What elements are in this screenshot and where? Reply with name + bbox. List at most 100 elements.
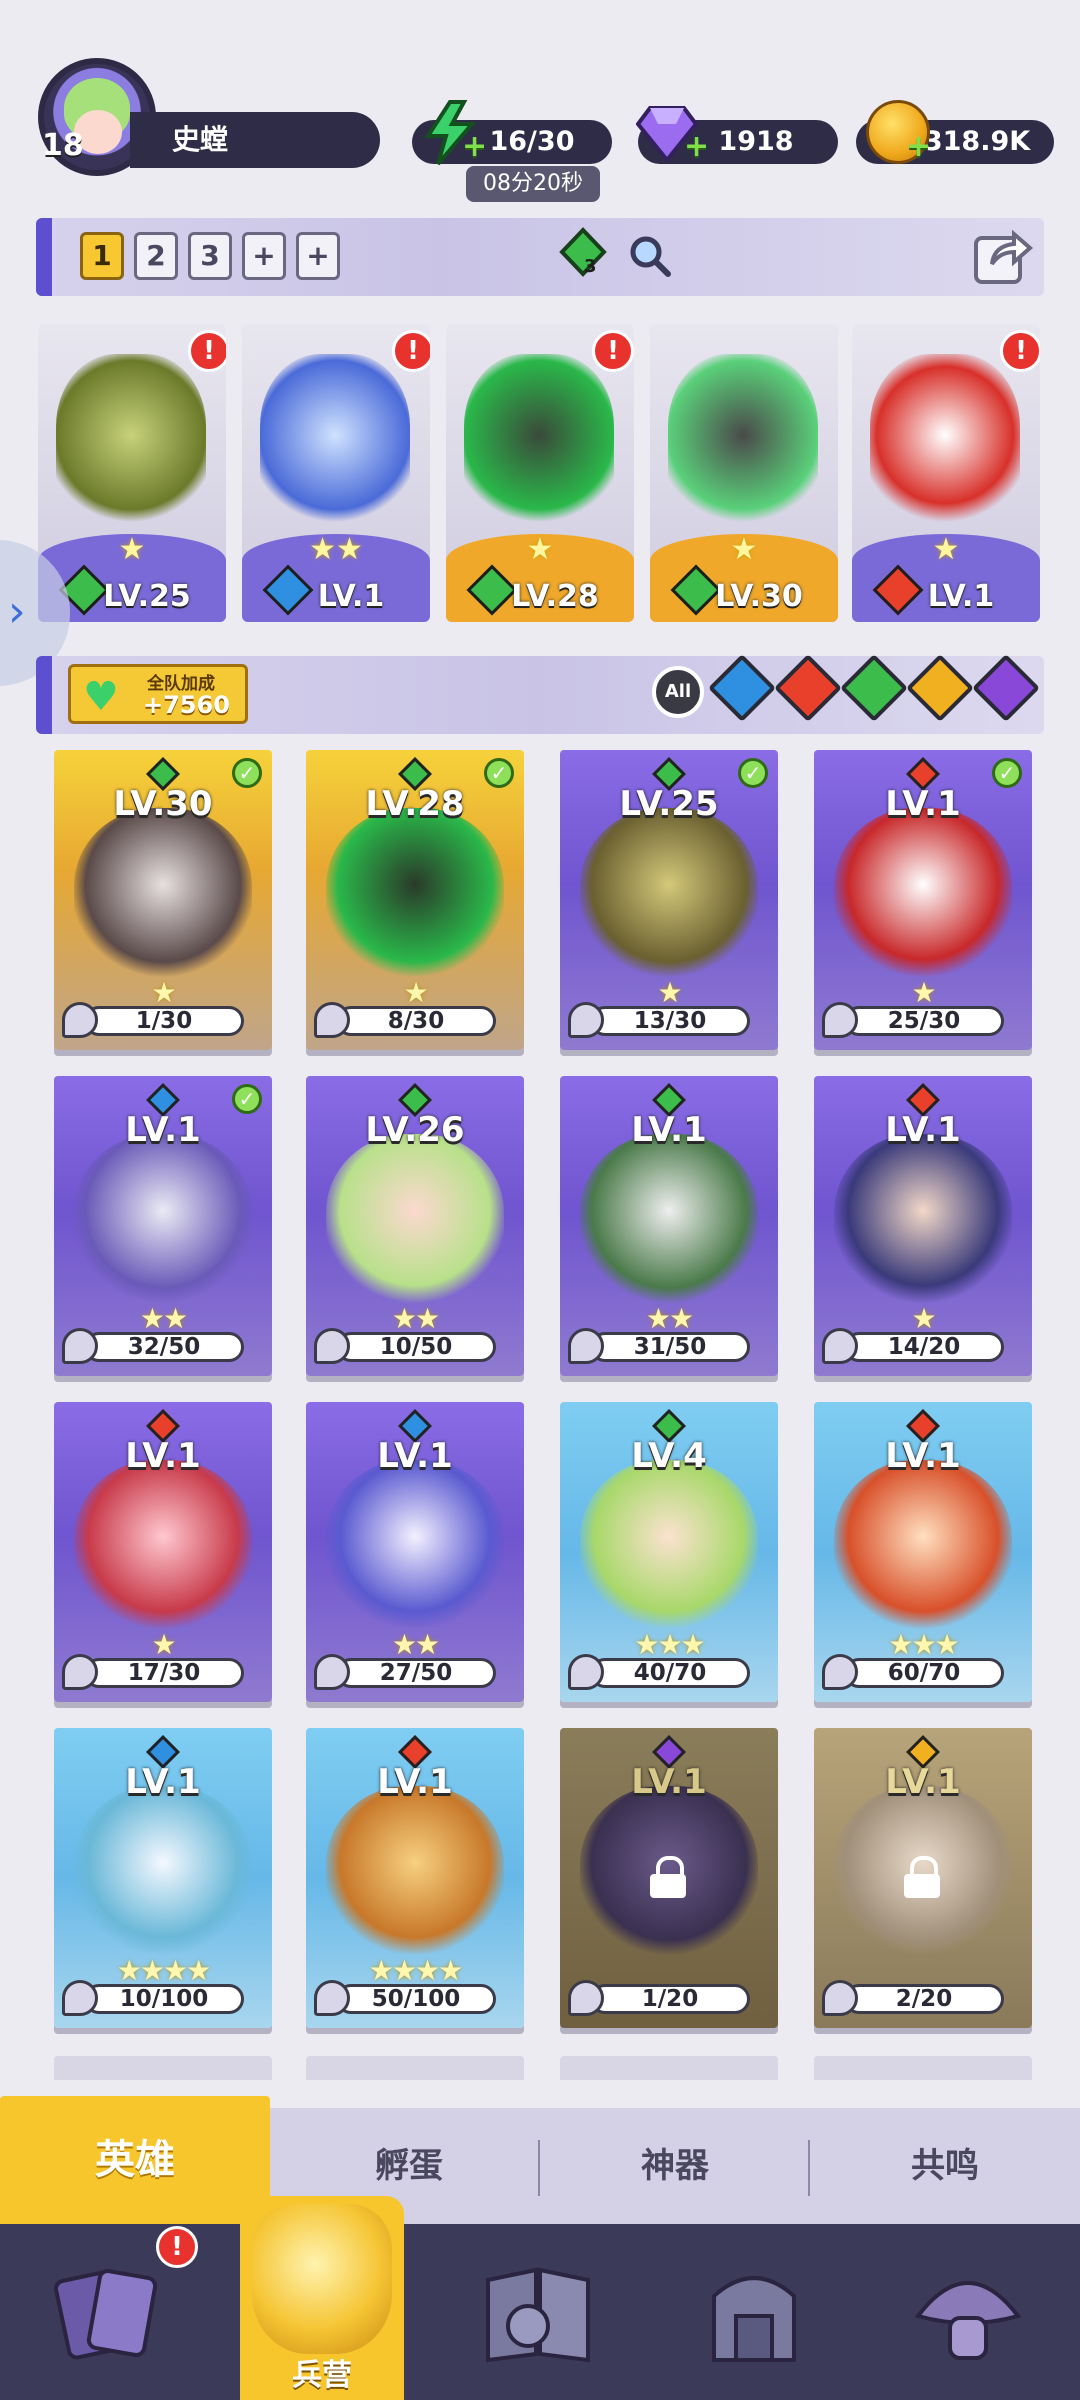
hero-level: LV.1 — [927, 579, 995, 614]
shard-progress: 2/20 — [844, 1984, 1004, 2014]
lock-icon — [648, 1856, 690, 1898]
energy-plus-icon[interactable]: + — [462, 132, 487, 162]
team-hero-card-5[interactable]: ★ LV.1 ! — [852, 324, 1040, 622]
shard-progress: 27/50 — [336, 1658, 496, 1688]
hero-card-6[interactable]: LV.26 ★★ 10/50 — [306, 1076, 524, 1376]
cards-icon — [53, 2268, 158, 2360]
hero-card-partial — [54, 2056, 272, 2080]
team-hero-card-4[interactable]: ★ LV.30 — [650, 324, 838, 622]
hero-card-7[interactable]: LV.1 ★★ 31/50 — [560, 1076, 778, 1376]
shard-icon — [568, 1002, 604, 1038]
hero-level: LV.1 — [885, 1762, 961, 1802]
chevron-right-icon: › — [8, 586, 26, 637]
hero-card-12[interactable]: LV.1 ★★★ 60/70 — [814, 1402, 1032, 1702]
hero-card-9[interactable]: LV.1 ★ 17/30 — [54, 1402, 272, 1702]
hero-level: LV.4 — [631, 1436, 707, 1476]
shard-progress: 14/20 — [844, 1332, 1004, 1362]
shard-progress: 60/70 — [844, 1658, 1004, 1688]
hero-level: LV.1 — [317, 579, 385, 614]
hero-card-3[interactable]: ✓ LV.25 ★ 13/30 — [560, 750, 778, 1050]
hero-level: LV.1 — [125, 1436, 201, 1476]
filter-all-button[interactable]: All — [652, 666, 704, 718]
tab-resonance[interactable]: 共鸣 — [810, 2108, 1080, 2224]
shard-icon — [62, 1654, 98, 1690]
barracks-label: 兵营 — [292, 2358, 352, 2393]
search-icon[interactable] — [628, 234, 672, 278]
gem-plus-icon[interactable]: + — [684, 132, 709, 162]
shard-icon — [568, 1980, 604, 2016]
hero-card-1[interactable]: ✓ LV.30 ★ 1/30 — [54, 750, 272, 1050]
energy-timer: 08分20秒 — [466, 166, 600, 202]
hero-level: LV.28 — [365, 784, 465, 824]
shard-icon — [568, 1654, 604, 1690]
shard-icon — [568, 1328, 604, 1364]
mushroom-nav-button[interactable] — [908, 2256, 1028, 2372]
barracks-icon — [252, 2204, 392, 2354]
tab-heroes[interactable]: 英雄 — [0, 2096, 270, 2224]
star-rating: ★★ — [309, 532, 363, 567]
hero-card-8[interactable]: LV.1 ★ 14/20 — [814, 1076, 1032, 1376]
shard-progress: 25/30 — [844, 1006, 1004, 1036]
team-hero-card-2[interactable]: ★★ LV.1 ! — [242, 324, 430, 622]
team-slot-add-2[interactable]: + — [296, 232, 340, 280]
share-icon[interactable] — [972, 224, 1034, 286]
hero-level: LV.1 — [631, 1110, 707, 1150]
shard-progress: 31/50 — [590, 1332, 750, 1362]
shard-progress: 32/50 — [84, 1332, 244, 1362]
nav-alert-badge: ! — [156, 2226, 198, 2268]
shard-progress: 10/100 — [84, 1984, 244, 2014]
team-slot-3[interactable]: 3 — [188, 232, 232, 280]
shard-progress: 8/30 — [336, 1006, 496, 1036]
hero-card-5[interactable]: ✓ LV.1 ★★ 32/50 — [54, 1076, 272, 1376]
shard-progress: 10/50 — [336, 1332, 496, 1362]
hero-level: LV.1 — [631, 1762, 707, 1802]
hero-card-14[interactable]: LV.1 ★★★★ 50/100 — [306, 1728, 524, 2028]
player-level: 18 — [42, 128, 84, 163]
hero-card-16-locked[interactable]: LV.1 2/20 — [814, 1728, 1032, 2028]
hero-card-partial — [306, 2056, 524, 2080]
team-hero-card-3[interactable]: ★ LV.28 ! — [446, 324, 634, 622]
hero-card-4[interactable]: ✓ LV.1 ★ 25/30 — [814, 750, 1032, 1050]
hero-level: LV.30 — [715, 579, 803, 614]
shard-progress: 1/30 — [84, 1006, 244, 1036]
team-hero-card-1[interactable]: ★ LV.25 ! — [38, 324, 226, 622]
map-book-icon — [486, 2267, 590, 2363]
star-rating: ★ — [730, 532, 758, 567]
map-nav-button[interactable] — [478, 2256, 598, 2372]
shop-nav-button[interactable] — [694, 2256, 814, 2372]
team-bonus-panel[interactable]: ♥ 全队加成 +7560 — [68, 664, 248, 724]
shard-icon — [62, 1002, 98, 1038]
shard-progress: 50/100 — [336, 1984, 496, 2014]
shard-icon — [822, 1654, 858, 1690]
hero-card-partial — [560, 2056, 778, 2080]
team-slot-1[interactable]: 1 — [80, 232, 124, 280]
alert-badge: ! — [592, 330, 634, 372]
shard-icon — [314, 1002, 350, 1038]
gold-plus-icon[interactable]: + — [906, 132, 931, 162]
cards-nav-button[interactable] — [48, 2256, 168, 2372]
alert-badge: ! — [188, 330, 226, 372]
team-bonus-value: +7560 — [143, 691, 230, 719]
hero-level: LV.30 — [113, 784, 213, 824]
hero-card-15-locked[interactable]: LV.1 1/20 — [560, 1728, 778, 2028]
shard-icon — [314, 1654, 350, 1690]
hero-card-13[interactable]: LV.1 ★★★★ 10/100 — [54, 1728, 272, 2028]
shard-progress: 13/30 — [590, 1006, 750, 1036]
hero-card-11[interactable]: LV.4 ★★★ 40/70 — [560, 1402, 778, 1702]
star-rating: ★ — [118, 532, 146, 567]
hero-level: LV.1 — [885, 1436, 961, 1476]
hero-level: LV.26 — [365, 1110, 465, 1150]
player-name: 史螳 — [130, 112, 380, 168]
tab-artifact[interactable]: 神器 — [540, 2108, 810, 2224]
shop-building-icon — [712, 2276, 796, 2362]
shard-icon — [62, 1328, 98, 1364]
hero-card-10[interactable]: LV.1 ★★ 27/50 — [306, 1402, 524, 1702]
team-slot-add-1[interactable]: + — [242, 232, 286, 280]
team-slot-2[interactable]: 2 — [134, 232, 178, 280]
hero-card-2[interactable]: ✓ LV.28 ★ 8/30 — [306, 750, 524, 1050]
hero-level: LV.1 — [125, 1762, 201, 1802]
hero-level: LV.1 — [377, 1436, 453, 1476]
hero-level: LV.25 — [619, 784, 719, 824]
barracks-nav-button[interactable]: 兵营 — [240, 2196, 404, 2400]
hero-card-partial — [814, 2056, 1032, 2080]
